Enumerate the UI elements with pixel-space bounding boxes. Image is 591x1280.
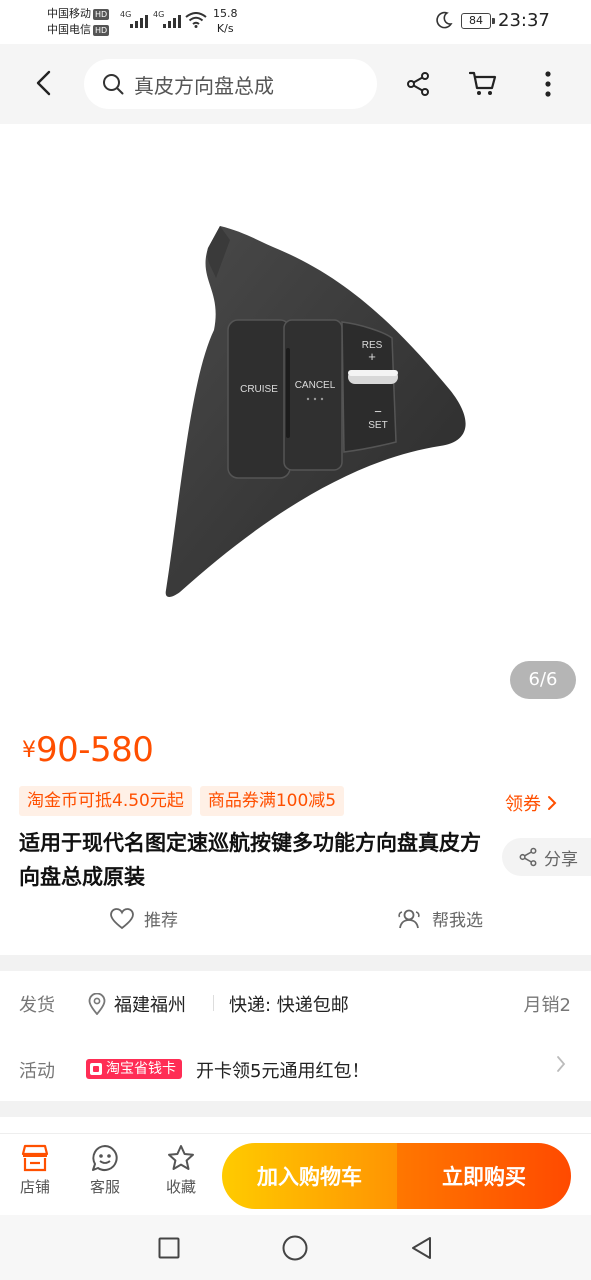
group-icon bbox=[398, 909, 420, 928]
product-image-gallery[interactable]: CRUISE CANCEL RES + − SET 6/6 bbox=[0, 124, 591, 717]
share-button[interactable] bbox=[400, 66, 436, 102]
location-pin-icon bbox=[88, 993, 106, 1015]
system-back-button[interactable] bbox=[406, 1233, 436, 1263]
system-navigation-bar bbox=[0, 1215, 591, 1280]
share-product-button[interactable]: 分享 bbox=[502, 838, 591, 876]
shipping-label: 发货 bbox=[19, 995, 55, 1016]
get-coupon-label: 领券 bbox=[505, 794, 541, 815]
cart-button[interactable] bbox=[465, 66, 501, 102]
coupon-tag[interactable]: 淘金币可抵4.50元起 bbox=[19, 786, 192, 816]
store-icon bbox=[21, 1144, 49, 1172]
square-icon bbox=[158, 1237, 180, 1259]
promotion-badge-text: 淘宝省钱卡 bbox=[106, 1061, 176, 1077]
cart-icon bbox=[469, 71, 497, 95]
product-title: 适用于现代名图定速巡航按键多功能方向盘真皮方向盘总成原装 bbox=[19, 831, 481, 889]
service-label: 客服 bbox=[89, 1178, 120, 1196]
set-label: SET bbox=[368, 420, 387, 431]
moon-icon bbox=[436, 11, 453, 29]
share-label: 分享 bbox=[544, 849, 578, 870]
star-icon bbox=[168, 1145, 194, 1170]
share-icon bbox=[519, 847, 537, 867]
share-icon bbox=[407, 72, 429, 96]
ship-location-text: 福建福州 bbox=[114, 995, 186, 1016]
search-query: 真皮方向盘总成 bbox=[134, 73, 274, 98]
cancel-label: CANCEL bbox=[295, 380, 336, 391]
back-icon bbox=[36, 70, 51, 96]
hd-badge: HD bbox=[93, 8, 110, 20]
chevron-right-icon bbox=[557, 1056, 566, 1072]
more-button[interactable] bbox=[530, 66, 566, 102]
price: ¥90-580 bbox=[22, 730, 154, 770]
status-bar: 中国移动 HD 中国电信 HD 4G 4G 15.8 K/s 84 23:37 bbox=[0, 0, 591, 44]
express-info: 快递: 快递包邮 bbox=[229, 995, 349, 1016]
battery-icon: 84 bbox=[461, 13, 495, 29]
section-divider bbox=[0, 1101, 591, 1117]
promotion-text: 开卡领5元通用红包！ bbox=[196, 1061, 370, 1082]
search-input[interactable]: 真皮方向盘总成 bbox=[84, 59, 377, 109]
more-icon bbox=[545, 71, 551, 97]
chat-face-icon bbox=[92, 1145, 118, 1171]
speed-unit: K/s bbox=[216, 22, 234, 35]
carrier-1: 中国移动 bbox=[47, 7, 91, 20]
network-speed: 15.8 K/s bbox=[213, 6, 238, 36]
back-button[interactable] bbox=[26, 66, 60, 100]
signal-icon bbox=[130, 12, 148, 28]
bottom-action-bar: 店铺 客服 收藏 加入购物车 立即购买 bbox=[0, 1133, 591, 1215]
ship-location: 福建福州 bbox=[88, 991, 186, 1017]
wifi-icon bbox=[185, 12, 207, 28]
product-actions: 推荐 帮我选 bbox=[0, 906, 591, 944]
monthly-sales: 月销2 bbox=[523, 995, 571, 1016]
signal-icon bbox=[163, 12, 181, 28]
circle-icon bbox=[282, 1235, 308, 1261]
divider-line bbox=[213, 995, 214, 1011]
section-divider bbox=[0, 955, 591, 971]
recent-apps-button[interactable] bbox=[154, 1233, 184, 1263]
favorite-tab[interactable]: 收藏 bbox=[151, 1144, 211, 1197]
help-choose-label: 帮我选 bbox=[432, 911, 483, 931]
product-image: CRUISE CANCEL RES + − SET bbox=[165, 226, 466, 597]
coupon-tag[interactable]: 商品券满100减5 bbox=[199, 786, 345, 816]
cruise-label: CRUISE bbox=[240, 384, 278, 395]
buy-now-button[interactable]: 立即购买 bbox=[397, 1143, 571, 1209]
image-counter: 6/6 bbox=[510, 661, 576, 699]
plus-label: + bbox=[368, 349, 376, 364]
currency-symbol: ¥ bbox=[22, 738, 36, 763]
price-range: 90-580 bbox=[36, 730, 154, 770]
chevron-right-icon bbox=[548, 796, 557, 810]
help-choose-button[interactable]: 帮我选 bbox=[396, 906, 483, 931]
battery-level: 84 bbox=[469, 14, 483, 27]
card-icon bbox=[90, 1063, 102, 1075]
carrier-2: 中国电信 bbox=[47, 23, 91, 36]
carrier-info: 中国移动 HD 中国电信 HD bbox=[47, 6, 110, 38]
customer-service-tab[interactable]: 客服 bbox=[75, 1144, 135, 1197]
recommend-button[interactable]: 推荐 bbox=[110, 906, 178, 931]
get-coupon-button[interactable]: 领券 bbox=[505, 790, 557, 816]
search-icon bbox=[103, 74, 124, 95]
triangle-back-icon bbox=[412, 1237, 431, 1259]
hd-badge: HD bbox=[93, 24, 110, 36]
minus-label: − bbox=[374, 404, 382, 419]
promotion-badge: 淘宝省钱卡 bbox=[86, 1059, 182, 1079]
store-label: 店铺 bbox=[19, 1178, 50, 1196]
promotion-row[interactable]: 活动 淘宝省钱卡 开卡领5元通用红包！ bbox=[0, 1039, 591, 1099]
store-tab[interactable]: 店铺 bbox=[5, 1144, 65, 1197]
coupon-list: 淘金币可抵4.50元起 商品券满100减5 bbox=[19, 786, 345, 816]
add-to-cart-button[interactable]: 加入购物车 bbox=[222, 1143, 397, 1209]
home-button[interactable] bbox=[280, 1233, 310, 1263]
speed-value: 15.8 bbox=[213, 7, 238, 20]
shipping-row[interactable]: 发货 福建福州 快递: 快递包邮 月销2 bbox=[0, 973, 591, 1033]
top-nav-bar: 真皮方向盘总成 bbox=[0, 44, 591, 124]
recommend-label: 推荐 bbox=[144, 911, 178, 931]
heart-icon bbox=[110, 907, 134, 929]
promotion-label: 活动 bbox=[19, 1061, 55, 1082]
clock: 23:37 bbox=[498, 10, 550, 31]
favorite-label: 收藏 bbox=[165, 1178, 196, 1196]
